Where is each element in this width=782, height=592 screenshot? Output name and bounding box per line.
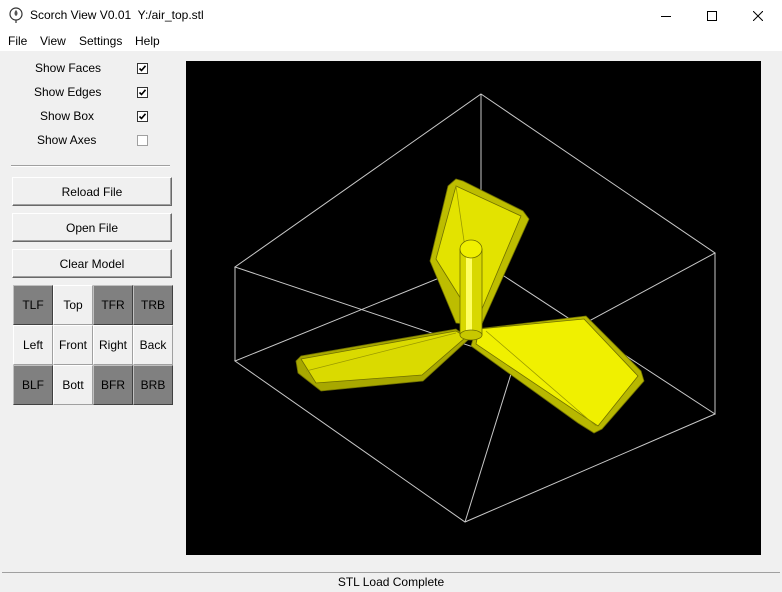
close-button[interactable] <box>735 0 781 31</box>
clear-model-button[interactable]: Clear Model <box>12 249 172 278</box>
close-icon <box>753 10 763 21</box>
view-front-button[interactable]: Front <box>53 325 93 365</box>
file-path: Y:/air_top.stl <box>137 8 204 22</box>
view-bottom-button[interactable]: Bott <box>53 365 93 405</box>
maximize-icon <box>707 10 717 21</box>
menu-bar: File View Settings Help <box>0 31 782 51</box>
window-title: Scorch View V0.01 Y:/air_top.stl <box>30 8 204 22</box>
show-edges-checkbox[interactable] <box>137 87 148 98</box>
app-name: Scorch View V0.01 <box>30 8 132 22</box>
checkmark-icon <box>138 65 147 72</box>
3d-viewport[interactable] <box>186 61 761 555</box>
view-left-button[interactable]: Left <box>13 325 53 365</box>
status-bar: STL Load Complete <box>2 572 780 591</box>
show-axes-checkbox[interactable] <box>137 135 148 146</box>
view-bfr-button[interactable]: BFR <box>93 365 133 405</box>
show-box-label: Show Box <box>40 109 95 123</box>
open-file-button[interactable]: Open File <box>12 213 172 242</box>
view-tfr-button[interactable]: TFR <box>93 285 133 325</box>
maximize-button[interactable] <box>689 0 735 31</box>
sidebar-divider <box>11 165 170 167</box>
show-faces-checkbox[interactable] <box>137 63 148 74</box>
menu-view[interactable]: View <box>40 34 66 48</box>
menu-help[interactable]: Help <box>135 34 160 48</box>
view-tlf-button[interactable]: TLF <box>13 285 53 325</box>
reload-file-button[interactable]: Reload File <box>12 177 172 206</box>
view-brb-button[interactable]: BRB <box>133 365 173 405</box>
show-axes-label: Show Axes <box>37 133 97 147</box>
minimize-button[interactable] <box>643 0 689 31</box>
propeller-model <box>295 178 645 434</box>
checkmark-icon <box>138 89 147 96</box>
scorch-app-icon <box>8 7 24 24</box>
show-box-checkbox[interactable] <box>137 111 148 122</box>
menu-settings[interactable]: Settings <box>79 34 122 48</box>
model-render <box>233 93 717 523</box>
show-edges-label: Show Edges <box>34 85 102 99</box>
title-bar[interactable]: Scorch View V0.01 Y:/air_top.stl <box>0 0 782 31</box>
menu-file[interactable]: File <box>8 34 27 48</box>
view-blf-button[interactable]: BLF <box>13 365 53 405</box>
show-faces-label: Show Faces <box>35 61 102 75</box>
view-trb-button[interactable]: TRB <box>133 285 173 325</box>
view-right-button[interactable]: Right <box>93 325 133 365</box>
minimize-icon <box>661 11 671 21</box>
checkmark-icon <box>138 113 147 120</box>
view-top-button[interactable]: Top <box>53 285 93 325</box>
view-back-button[interactable]: Back <box>133 325 173 365</box>
